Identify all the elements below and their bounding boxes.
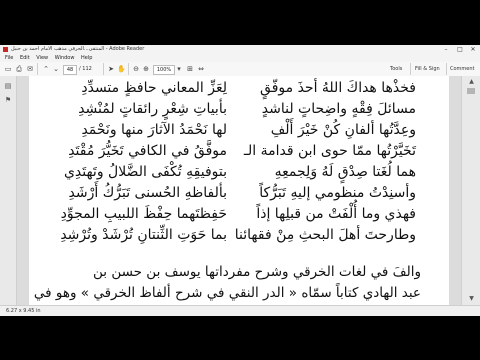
prose-line: والفَ في لغات الخرقي وشرح مفرداتها يوسف … [93, 264, 421, 280]
verse-left: بما حَوَتِ الثِّنتانِ تُرْشَدْ وتُرْشِدِ [60, 227, 227, 243]
tools-pane-button[interactable]: Tools [390, 62, 402, 76]
pdf-page: فخذْها هداكَ اللهُ أحذَ موفّقٍ لِعَزِّ ا… [29, 76, 449, 305]
verse-left: بتوفيقِهِ تُكْفَى الضَّلالُ وتَهتَدِي [63, 164, 227, 180]
menu-help[interactable]: Help [81, 55, 92, 61]
verse-right: فهذي وما أُلْفَتْ من قبلِها إذاً [256, 206, 416, 222]
menu-edit[interactable]: Edit [20, 55, 30, 61]
minimize-button[interactable]: – [440, 45, 452, 54]
page-total: / 112 [79, 66, 92, 72]
select-cursor-icon[interactable]: ➤ [107, 65, 115, 73]
fill-sign-button[interactable]: Fill & Sign [415, 62, 440, 76]
comment-button[interactable]: Comment [450, 62, 475, 76]
verse-right: تَخَيَّرْتُها ممّا حوى ابن قدامة الـ [243, 143, 416, 159]
verse-left: حَفِظتَهما حِفْظَ اللبيبِ المجوِّدِ [60, 206, 227, 222]
page-down-icon[interactable]: ⌄ [52, 65, 60, 73]
adobe-reader-window: المنتقى...الحرقي مذهب الامام احمد بن حنب… [0, 45, 480, 316]
menu-file[interactable]: File [5, 55, 13, 61]
close-button[interactable]: ✕ [467, 45, 479, 54]
zoom-dropdown-icon[interactable]: ▾ [175, 65, 183, 73]
verse-left: موفَّقُ في الكافي تَخَيُّرَ مُقْتَدِ [68, 143, 227, 159]
page-number-input[interactable]: 48 [63, 65, 77, 75]
menu-view[interactable]: View [36, 55, 48, 61]
scroll-up-icon[interactable]: ▲ [467, 78, 476, 86]
verse-right: هما لُغَتا صِدْقٍ لَهُ وَلِجمعِهِ [274, 164, 416, 180]
toolbar-separator [103, 63, 104, 75]
toolbar-separator [446, 63, 447, 75]
toolbar-separator [37, 63, 38, 75]
verse-right: وعِدَّتُها ألفانِ كُنْ خَيْرَ أَلْفِ [270, 122, 416, 138]
verse-left: بألفاظهِ الحُسنى تَبَرُّكُ أَرْشَدِ [68, 185, 227, 201]
window-title: المنتقى...الحرقي مذهب الامام احمد بن حنب… [11, 46, 145, 52]
prose-line: عبد الهادي كتاباً سمّاه « الدر النقي في … [33, 285, 421, 301]
menu-bar: File Edit View Window Help [0, 54, 480, 62]
fit-page-icon[interactable]: ⊞ [186, 65, 194, 73]
menu-window[interactable]: Window [55, 55, 75, 61]
verse-right: مسائلَ فِقْهٍ واضِحاتٍ لناشدٍ [261, 101, 416, 117]
zoom-level-field[interactable]: 100% [153, 65, 175, 75]
navigation-pane: ▤ ⚑ [0, 76, 17, 305]
scroll-down-icon[interactable]: ▼ [467, 295, 476, 303]
maximize-button[interactable]: □ [454, 45, 466, 54]
verse-right: وأسنِدْتُ منظومي إليهِ تَبَرُّكاً [259, 185, 416, 201]
verse-right: فخذْها هداكَ اللهُ أحذَ موفّقٍ [260, 80, 416, 96]
page-thumbnails-icon[interactable]: ▤ [4, 82, 12, 90]
status-bar: 6.27 x 9.45 in [0, 305, 480, 316]
email-icon[interactable]: ✉ [26, 65, 34, 73]
open-icon[interactable]: ▭ [4, 65, 12, 73]
verse-left: لها نَحْمَدُ الآثارَ منها ونَحْمَدِ [81, 122, 227, 138]
scroll-thumb[interactable] [467, 88, 475, 94]
title-bar: المنتقى...الحرقي مذهب الامام احمد بن حنب… [0, 45, 480, 54]
toolbar-separator [128, 63, 129, 75]
vertical-scrollbar[interactable]: ▲ ▼ [461, 76, 480, 305]
verse-left: بأبياتِ شِعْرٍ رائقاتٍ لمُنْشِدِ [78, 101, 227, 117]
verse-right: وطارحتَ أهلَ البحثِ مِنْ فقهائنا [234, 227, 416, 243]
zoom-out-icon[interactable]: ⊖ [132, 65, 140, 73]
page-up-icon[interactable]: ⌃ [42, 65, 50, 73]
toolbar: ▭ ⎙ ✉ ⌃ ⌄ 48 / 112 ➤ ✋ ⊖ ⊕ 100% ▾ ⊞ ⇔ To… [0, 62, 480, 77]
document-viewport[interactable]: فخذْها هداكَ اللهُ أحذَ موفّقٍ لِعَزِّ ا… [17, 76, 461, 305]
zoom-in-icon[interactable]: ⊕ [142, 65, 150, 73]
print-icon[interactable]: ⎙ [15, 65, 23, 73]
fit-width-icon[interactable]: ⇔ [197, 65, 205, 73]
page-size-label: 6.27 x 9.45 in [6, 308, 41, 314]
toolbar-separator [410, 63, 411, 75]
bookmarks-icon[interactable]: ⚑ [4, 96, 12, 104]
verse-left: لِعَزِّ المعاني حافظٍ متسدِّدِ [81, 80, 227, 96]
hand-tool-icon[interactable]: ✋ [117, 65, 126, 73]
adobe-reader-icon [3, 47, 8, 52]
